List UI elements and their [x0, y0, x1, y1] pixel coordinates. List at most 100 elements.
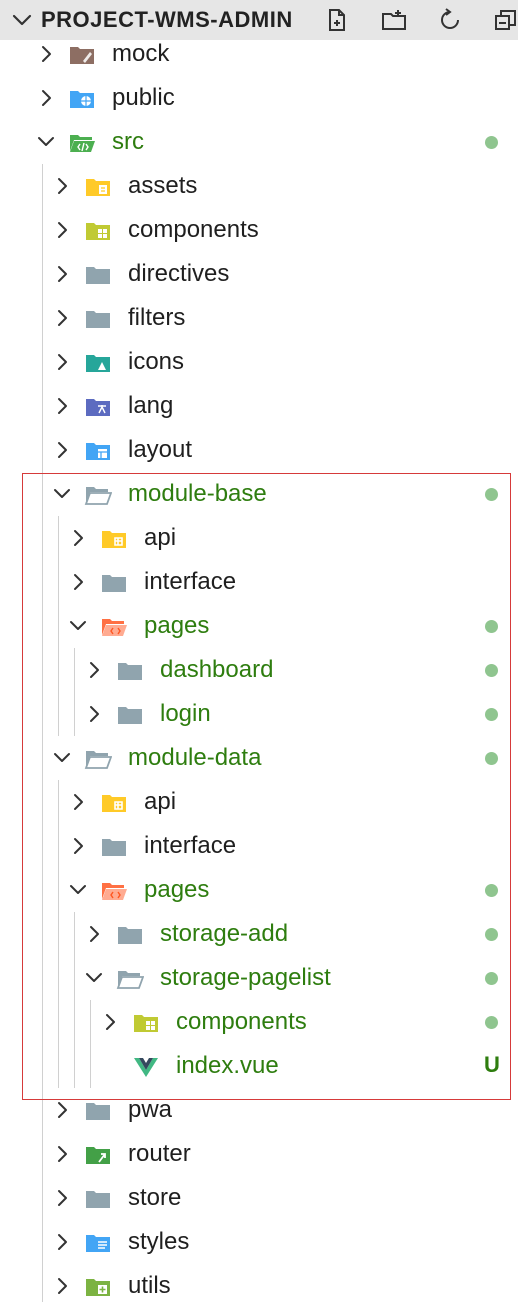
chevron-right-icon[interactable]: [50, 350, 74, 374]
indent-guide: [74, 912, 75, 1088]
new-folder-icon[interactable]: [380, 6, 408, 34]
router-folder-icon: [86, 1147, 110, 1164]
tree-item-label: icons: [128, 348, 185, 375]
chevron-right-icon[interactable]: [98, 1010, 122, 1034]
new-file-icon[interactable]: [323, 6, 351, 34]
modified-dot: [485, 752, 498, 765]
folder-icon: [118, 927, 142, 944]
chevron-right-icon[interactable]: [66, 526, 90, 550]
chevron-right-icon[interactable]: [50, 1142, 74, 1166]
open-folder-icon: [84, 487, 112, 505]
tree-item-label: public: [112, 84, 175, 111]
chevron-right-icon[interactable]: [50, 306, 74, 330]
tree-folder-row[interactable]: icons: [0, 340, 518, 384]
chevron-right-icon[interactable]: [50, 1230, 74, 1254]
chevron-right-icon[interactable]: [66, 570, 90, 594]
chevron-right-icon[interactable]: [66, 790, 90, 814]
tree-file-row[interactable]: index.vue U: [0, 1044, 518, 1088]
tree-folder-row[interactable]: storage-pagelist: [0, 956, 518, 1000]
tree-folder-row[interactable]: interface: [0, 560, 518, 604]
tree-item-label: directives: [128, 260, 230, 287]
tree-item-label: store: [128, 1184, 182, 1211]
chevron-right-icon[interactable]: [82, 702, 106, 726]
tree-folder-row[interactable]: interface: [0, 824, 518, 868]
refresh-icon[interactable]: [436, 6, 464, 34]
collapse-all-icon[interactable]: [492, 6, 518, 34]
tree-folder-row[interactable]: storage-add: [0, 912, 518, 956]
tree-folder-row[interactable]: api: [0, 516, 518, 560]
tree-folder-row[interactable]: api: [0, 780, 518, 824]
chevron-right-icon[interactable]: [50, 1098, 74, 1122]
tree-folder-row[interactable]: layout: [0, 428, 518, 472]
chevron-down-icon[interactable]: [50, 746, 74, 770]
chevron-right-icon[interactable]: [50, 438, 74, 462]
file-explorer: PROJECT-WMS-ADMIN mock public src assets com…: [0, 0, 518, 1302]
tree-item-label: layout: [128, 436, 193, 463]
chevron-right-icon[interactable]: [66, 834, 90, 858]
tree-folder-row[interactable]: login: [0, 692, 518, 736]
tree-folder-row[interactable]: store: [0, 1176, 518, 1220]
tree-folder-row[interactable]: directives: [0, 252, 518, 296]
chevron-right-icon[interactable]: [50, 1186, 74, 1210]
tree-item-label: mock: [112, 40, 170, 67]
tree-folder-row[interactable]: module-data: [0, 736, 518, 780]
tree-item-label: api: [144, 524, 177, 551]
tree-folder-row[interactable]: src: [0, 120, 518, 164]
tree-item-label: interface: [144, 568, 237, 595]
chevron-right-icon[interactable]: [50, 1274, 74, 1298]
tree-item-label: storage-pagelist: [160, 964, 331, 991]
chevron-right-icon[interactable]: [50, 218, 74, 242]
chevron-right-icon[interactable]: [82, 658, 106, 682]
tree-folder-row[interactable]: pages: [0, 868, 518, 912]
tree-folder-row[interactable]: router: [0, 1132, 518, 1176]
chevron-right-icon[interactable]: [50, 174, 74, 198]
folder-icon: [86, 1103, 110, 1120]
chevron-down-icon[interactable]: [34, 130, 58, 154]
chevron-down-icon[interactable]: [82, 966, 106, 990]
tree-item-label: pages: [144, 612, 210, 639]
open-folder-icon: [116, 971, 144, 989]
modified-dot: [485, 664, 498, 677]
chevron-right-icon[interactable]: [50, 394, 74, 418]
tree-item-label: api: [144, 788, 177, 815]
tree-item-label: src: [112, 128, 144, 155]
tree-folder-row[interactable]: components: [0, 1000, 518, 1044]
modified-dot: [485, 884, 498, 897]
pages-folder-icon: [102, 883, 127, 900]
tree-item-label: module-base: [128, 480, 267, 507]
modified-dot: [485, 488, 498, 501]
tree-folder-row[interactable]: module-base: [0, 472, 518, 516]
chevron-down-icon[interactable]: [50, 482, 74, 506]
mock-folder-icon: [70, 47, 94, 64]
components-folder-icon: [134, 1015, 158, 1032]
tree-folder-row[interactable]: dashboard: [0, 648, 518, 692]
src-folder-icon: [70, 135, 95, 152]
chevron-right-icon[interactable]: [82, 922, 106, 946]
chevron-right-icon[interactable]: [50, 262, 74, 286]
explorer-header[interactable]: PROJECT-WMS-ADMIN: [0, 0, 518, 40]
tree-folder-row[interactable]: pages: [0, 604, 518, 648]
tree-folder-row[interactable]: utils: [0, 1264, 518, 1302]
chevron-right-icon[interactable]: [34, 86, 58, 110]
lang-folder-icon: [86, 399, 110, 416]
tree-item-label: storage-add: [160, 920, 289, 947]
tree-folder-row[interactable]: pwa: [0, 1088, 518, 1132]
tree-folder-row[interactable]: components: [0, 208, 518, 252]
layout-folder-icon: [86, 443, 110, 460]
utils-folder-icon: [86, 1279, 110, 1296]
chevron-down-icon[interactable]: [66, 614, 90, 638]
chevron-down-icon[interactable]: [10, 8, 34, 32]
tree-item-label: pwa: [128, 1096, 173, 1123]
tree-folder-row[interactable]: public: [0, 76, 518, 120]
folder-icon: [86, 267, 110, 284]
tree-item-label: pages: [144, 876, 210, 903]
pages-folder-icon: [102, 619, 127, 636]
chevron-right-icon[interactable]: [34, 42, 58, 66]
tree-folder-row[interactable]: assets: [0, 164, 518, 208]
tree-item-label: utils: [128, 1272, 171, 1299]
tree-folder-row[interactable]: filters: [0, 296, 518, 340]
folder-icon: [86, 311, 110, 328]
chevron-down-icon[interactable]: [66, 878, 90, 902]
tree-folder-row[interactable]: styles: [0, 1220, 518, 1264]
tree-folder-row[interactable]: lang: [0, 384, 518, 428]
